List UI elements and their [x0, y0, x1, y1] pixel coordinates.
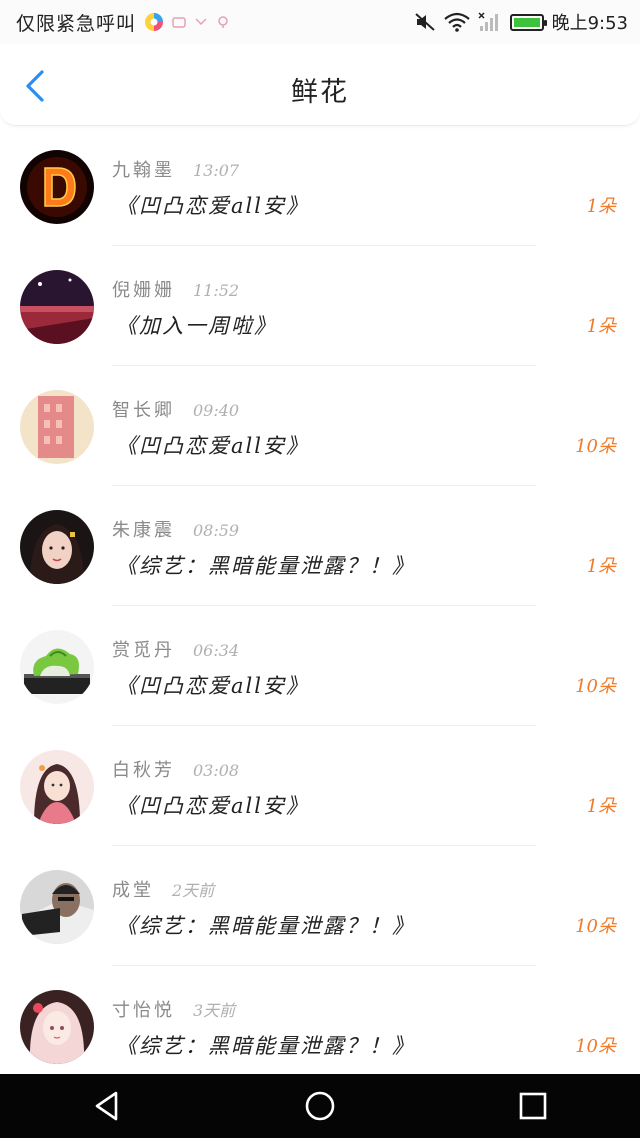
notification-icon [195, 18, 207, 26]
anime-girl-avatar [20, 750, 94, 824]
user-name: 成堂 [112, 880, 154, 901]
avatar[interactable] [20, 510, 94, 584]
header-bar: 鲜花 [0, 44, 640, 126]
avatar[interactable] [20, 390, 94, 464]
book-title: 《加入一周啦》 [116, 314, 277, 338]
flower-record-list: 九翰墨 13:07 《凹凸恋爱all安》 1朵 倪姗姗 11:52 《加入一周啦… [0, 126, 640, 1086]
flower-count: 1朵 [586, 316, 616, 337]
timestamp: 3天前 [193, 1001, 236, 1020]
circle-home-icon [305, 1091, 335, 1121]
clock-text: 晚上9:53 [551, 13, 628, 34]
status-bar: 仅限紧急呼叫 晚上9:53 [0, 0, 640, 44]
user-name: 九翰墨 [112, 160, 175, 181]
pink-anime-avatar [20, 990, 94, 1064]
jade-cabbage-avatar [20, 630, 94, 704]
page-title: 鲜花 [291, 77, 349, 108]
user-name: 倪姗姗 [112, 280, 175, 301]
timestamp: 06:34 [193, 641, 240, 660]
timestamp: 2天前 [172, 881, 215, 900]
avatar[interactable] [20, 750, 94, 824]
book-title: 《综艺：黑暗能量泄露？！》 [116, 554, 415, 578]
book-title: 《凹凸恋爱all安》 [116, 194, 309, 218]
square-recents-icon [520, 1092, 547, 1120]
flower-count: 10朵 [575, 676, 616, 697]
man-photo-avatar [20, 870, 94, 944]
fire-letter-d-avatar [20, 150, 94, 224]
signal-icon [478, 12, 498, 31]
user-name: 赏觅丹 [112, 640, 175, 661]
avatar[interactable] [20, 270, 94, 344]
carrier-text: 仅限紧急呼叫 [16, 12, 137, 35]
list-item[interactable]: 朱康震 08:59 《综艺：黑暗能量泄露？！》 1朵 [0, 486, 640, 606]
user-name: 寸怡悦 [112, 1000, 175, 1021]
user-name: 白秋芳 [112, 760, 175, 781]
mute-icon [414, 13, 435, 31]
flower-count: 10朵 [575, 436, 616, 457]
book-title: 《凹凸恋爱all安》 [116, 674, 309, 698]
timestamp: 09:40 [193, 401, 240, 420]
girl-portrait-avatar [20, 510, 94, 584]
battery-icon [509, 13, 547, 31]
flower-count: 1朵 [586, 556, 616, 577]
flower-count: 10朵 [575, 1036, 616, 1057]
list-item[interactable]: 九翰墨 13:07 《凹凸恋爱all安》 1朵 [0, 126, 640, 246]
list-item[interactable]: 白秋芳 03:08 《凹凸恋爱all安》 1朵 [0, 726, 640, 846]
wifi-icon [443, 12, 470, 32]
timestamp: 03:08 [193, 761, 240, 780]
timestamp: 11:52 [193, 281, 240, 300]
list-item[interactable]: 赏觅丹 06:34 《凹凸恋爱all安》 10朵 [0, 606, 640, 726]
book-title: 《凹凸恋爱all安》 [116, 794, 309, 818]
notification-icon [172, 17, 186, 28]
app-logo-icon [145, 13, 164, 31]
list-item[interactable]: 倪姗姗 11:52 《加入一周啦》 1朵 [0, 246, 640, 366]
user-name: 智长卿 [112, 400, 175, 421]
nav-back-button[interactable] [77, 1081, 137, 1131]
system-nav-bar [0, 1074, 640, 1138]
book-title: 《综艺：黑暗能量泄露？！》 [116, 914, 415, 938]
avatar[interactable] [20, 870, 94, 944]
avatar[interactable] [20, 150, 94, 224]
list-item[interactable]: 智长卿 09:40 《凹凸恋爱all安》 10朵 [0, 366, 640, 486]
flower-count: 1朵 [586, 196, 616, 217]
notification-icon [218, 16, 228, 28]
avatar[interactable] [20, 990, 94, 1064]
nav-recents-button[interactable] [503, 1081, 563, 1131]
night-lake-avatar [20, 270, 94, 344]
book-title: 《综艺：黑暗能量泄露？！》 [116, 1034, 415, 1058]
triangle-back-icon [95, 1091, 117, 1121]
nav-home-button[interactable] [290, 1081, 350, 1131]
avatar[interactable] [20, 630, 94, 704]
flower-count: 10朵 [575, 916, 616, 937]
timestamp: 13:07 [193, 161, 240, 180]
book-title: 《凹凸恋爱all安》 [116, 434, 309, 458]
user-name: 朱康震 [112, 520, 175, 541]
pink-building-avatar [20, 390, 94, 464]
flower-count: 1朵 [586, 796, 616, 817]
list-item[interactable]: 成堂 2天前 《综艺：黑暗能量泄露？！》 10朵 [0, 846, 640, 966]
list-item[interactable]: 寸怡悦 3天前 《综艺：黑暗能量泄露？！》 10朵 [0, 966, 640, 1086]
timestamp: 08:59 [193, 521, 240, 540]
